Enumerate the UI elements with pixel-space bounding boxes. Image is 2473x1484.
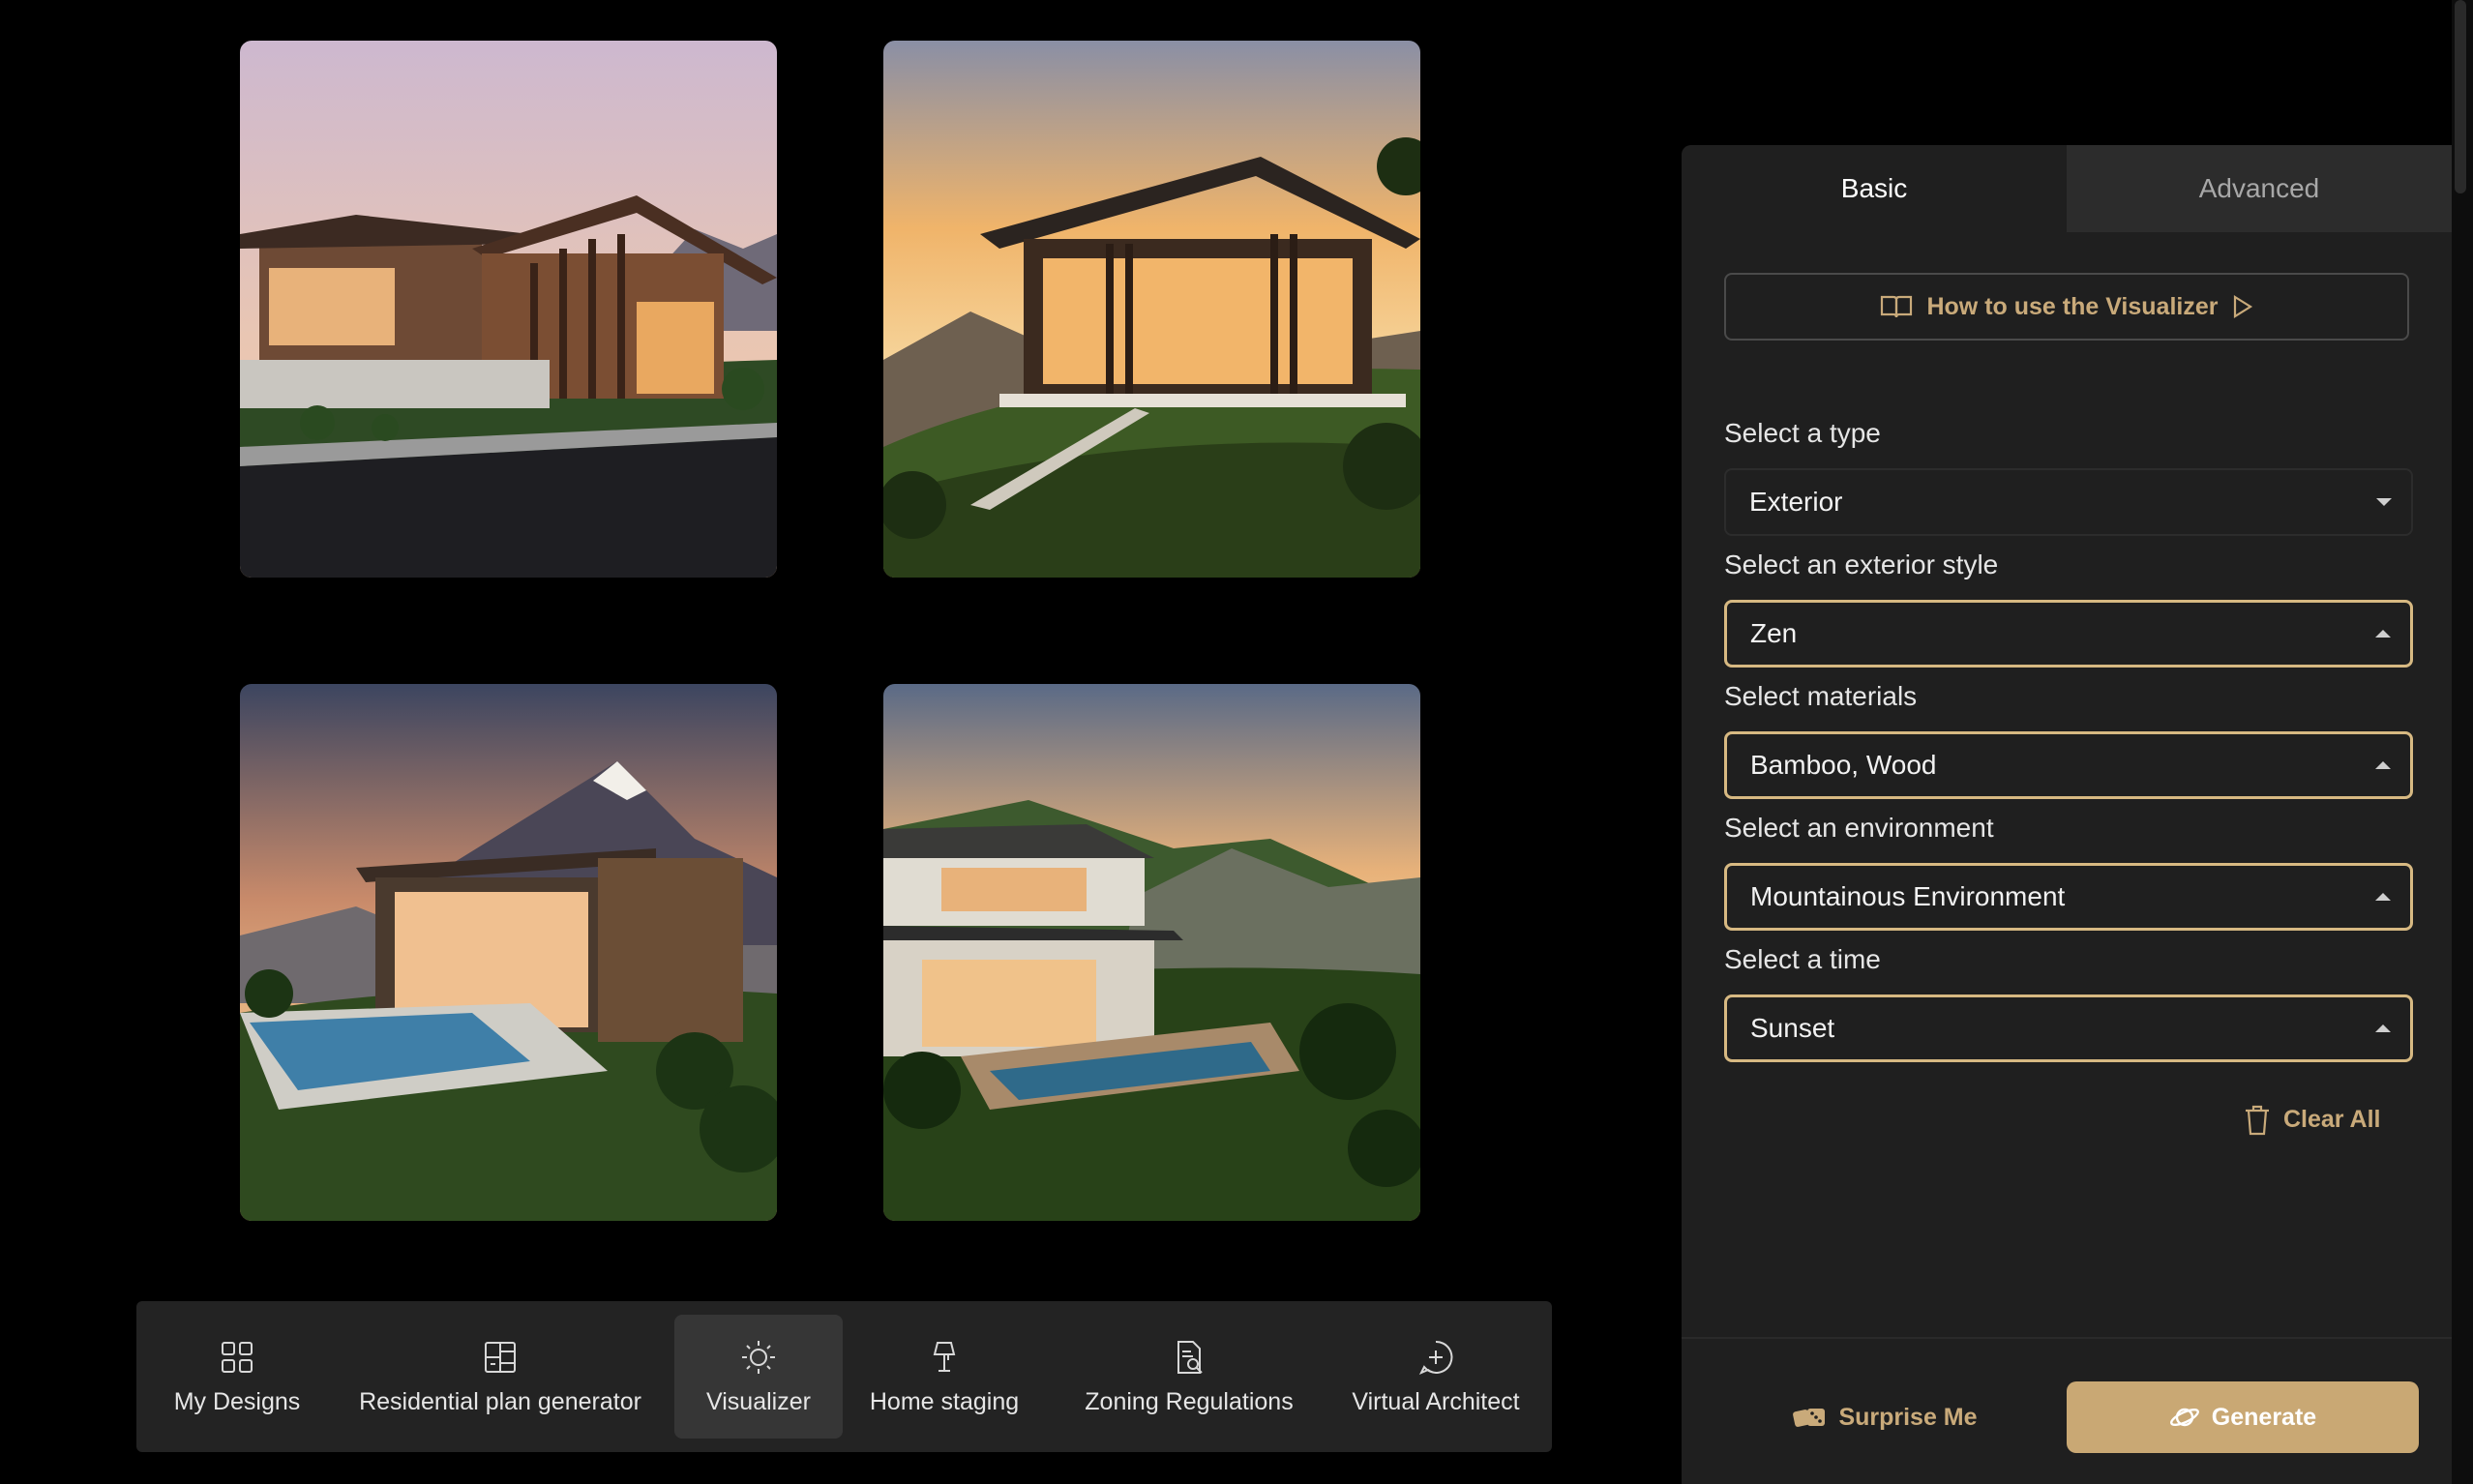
clear-all-label: Clear All <box>2283 1105 2381 1133</box>
nav-my-designs-label: My Designs <box>173 1387 301 1415</box>
nav-zoning-regulations-label: Zoning Regulations <box>1085 1387 1294 1415</box>
play-icon <box>2233 295 2252 318</box>
type-select[interactable]: Exterior <box>1724 468 2413 536</box>
chevron-down-icon <box>2376 498 2392 506</box>
how-to-use-label: How to use the Visualizer <box>1926 292 2219 320</box>
settings-tabs: Basic Advanced <box>1682 145 2452 232</box>
floorplan-icon <box>481 1338 520 1377</box>
scrollbar-thumb[interactable] <box>2455 0 2466 193</box>
visualizer-settings-panel: Basic Advanced How to use the Visualizer… <box>1682 145 2452 1484</box>
trash-icon <box>2246 1105 2269 1136</box>
nav-visualizer[interactable]: Visualizer <box>674 1315 843 1439</box>
how-to-use-button[interactable]: How to use the Visualizer <box>1724 273 2409 341</box>
generated-image-1[interactable] <box>240 41 777 578</box>
book-icon <box>1881 295 1913 318</box>
generate-label: Generate <box>2211 1403 2317 1431</box>
chat-plus-icon <box>1416 1338 1455 1377</box>
chevron-up-icon <box>2375 1024 2391 1032</box>
materials-label: Select materials <box>1724 681 1918 711</box>
generated-image-3[interactable] <box>240 684 777 1221</box>
dice-icon <box>1793 1409 1826 1427</box>
nav-zoning-regulations[interactable]: Zoning Regulations <box>1056 1315 1323 1439</box>
nav-home-staging-label: Home staging <box>869 1387 1020 1415</box>
clear-all-button[interactable]: Clear All <box>2243 1103 2381 1136</box>
time-select[interactable]: Sunset <box>1724 994 2413 1062</box>
surprise-me-button[interactable]: Surprise Me <box>1740 1381 2030 1453</box>
environment-select[interactable]: Mountainous Environment <box>1724 863 2413 931</box>
exterior-style-label: Select an exterior style <box>1724 549 1999 579</box>
nav-visualizer-label: Visualizer <box>706 1387 811 1415</box>
lamp-icon <box>925 1338 964 1377</box>
exterior-style-select[interactable]: Zen <box>1724 600 2413 668</box>
generated-image-4[interactable] <box>883 684 1420 1221</box>
type-select-value: Exterior <box>1749 487 1843 517</box>
chevron-up-icon <box>2375 893 2391 901</box>
nav-home-staging[interactable]: Home staging <box>852 1315 1036 1439</box>
generated-image-2[interactable] <box>883 41 1420 578</box>
nav-residential-plan-generator[interactable]: Residential plan generator <box>336 1315 665 1439</box>
generate-button[interactable]: Generate <box>2067 1381 2419 1453</box>
nav-virtual-architect-label: Virtual Architect <box>1352 1387 1520 1415</box>
scrollbar-track <box>2452 0 2473 1484</box>
chevron-up-icon <box>2375 761 2391 769</box>
nav-my-designs[interactable]: My Designs <box>150 1315 324 1439</box>
nav-residential-plan-generator-label: Residential plan generator <box>359 1387 641 1415</box>
materials-select[interactable]: Bamboo, Wood <box>1724 731 2413 799</box>
type-label: Select a type <box>1724 418 1881 448</box>
tab-basic[interactable]: Basic <box>1682 145 2067 232</box>
time-value: Sunset <box>1750 1013 1835 1043</box>
time-label: Select a time <box>1724 944 1881 974</box>
environment-value: Mountainous Environment <box>1750 881 2066 911</box>
bottom-navigation: My Designs Residential plan generator Vi… <box>136 1301 1552 1452</box>
nav-virtual-architect[interactable]: Virtual Architect <box>1332 1315 1539 1439</box>
materials-value: Bamboo, Wood <box>1750 750 1937 780</box>
panel-footer-divider <box>1682 1337 2452 1339</box>
surprise-me-label: Surprise Me <box>1838 1403 1978 1431</box>
exterior-style-value: Zen <box>1750 618 1798 648</box>
document-search-icon <box>1170 1338 1208 1377</box>
chevron-up-icon <box>2375 630 2391 638</box>
tab-advanced[interactable]: Advanced <box>2067 145 2452 232</box>
environment-label: Select an environment <box>1724 813 1994 843</box>
planet-icon <box>2169 1408 2199 1427</box>
grid-icon <box>218 1338 256 1377</box>
sun-icon <box>739 1338 778 1377</box>
